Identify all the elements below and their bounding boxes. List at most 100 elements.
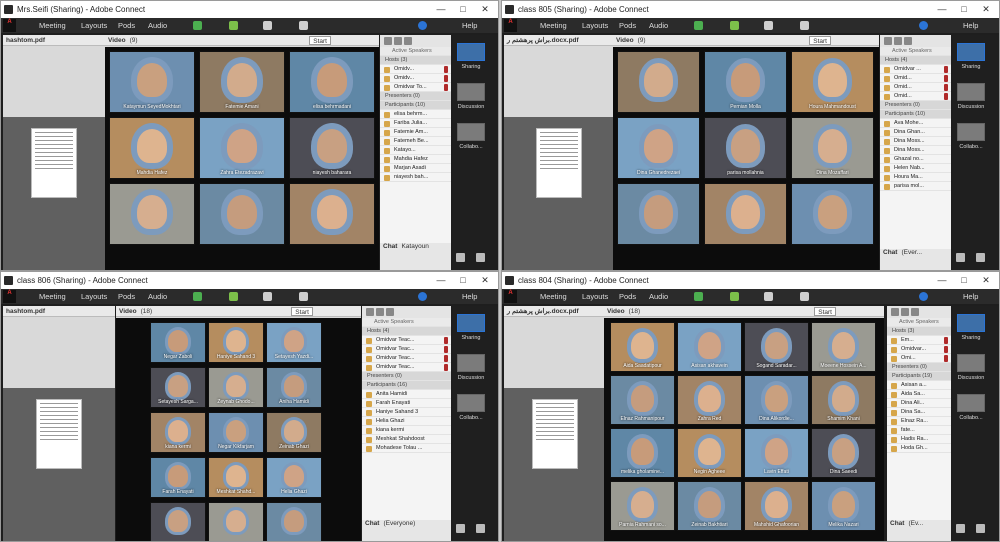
- host-row[interactable]: Omid...: [880, 74, 951, 83]
- list-view-icon[interactable]: [384, 37, 392, 45]
- video-tile[interactable]: [289, 183, 375, 245]
- list-view-icon[interactable]: [884, 37, 892, 45]
- webcam-icon[interactable]: [263, 292, 272, 301]
- info-icon[interactable]: [919, 21, 928, 30]
- participant-row[interactable]: Katayo...: [380, 146, 451, 155]
- document-viewer[interactable]: [504, 388, 606, 541]
- start-webcam-button[interactable]: Start: [309, 36, 331, 45]
- host-row[interactable]: Omidvar Teac...: [362, 363, 451, 372]
- video-tile[interactable]: [791, 183, 874, 245]
- layout-sharing-label[interactable]: Sharing: [953, 335, 989, 341]
- video-tile[interactable]: [266, 502, 322, 541]
- info-icon[interactable]: [418, 292, 427, 301]
- video-tile[interactable]: Dina Alikordie...: [744, 375, 809, 425]
- tools-icon[interactable]: [956, 253, 965, 262]
- video-tile[interactable]: Aniha Hamidi: [266, 367, 322, 408]
- host-row[interactable]: Omid...: [880, 83, 951, 92]
- host-row[interactable]: Omidvar ...: [880, 65, 951, 74]
- list-view-icon[interactable]: [891, 308, 899, 316]
- layout-sharing-icon[interactable]: [457, 314, 485, 332]
- video-tile[interactable]: Melika Nazari: [811, 481, 876, 531]
- minimize-icon[interactable]: —: [933, 1, 951, 18]
- video-tile[interactable]: [199, 183, 285, 245]
- menu-audio[interactable]: Audio: [148, 18, 167, 33]
- layout-discussion-label[interactable]: Discussion: [453, 375, 489, 381]
- minimize-icon[interactable]: —: [432, 272, 450, 289]
- document-viewer[interactable]: [504, 117, 614, 270]
- video-tile[interactable]: Parnia Rahmani so...: [610, 481, 675, 531]
- participant-row[interactable]: Mohadese Tolau ...: [362, 444, 451, 453]
- grid-view-icon[interactable]: [394, 37, 402, 45]
- participant-row[interactable]: Hoda Gh...: [887, 444, 951, 453]
- sort-icon[interactable]: [386, 308, 394, 316]
- participant-row[interactable]: Hadis Ra...: [887, 435, 951, 444]
- participants-section[interactable]: Participants (10): [380, 101, 451, 110]
- participant-row[interactable]: Houra Ma...: [880, 173, 951, 182]
- sort-icon[interactable]: [904, 37, 912, 45]
- video-tile[interactable]: Meshkat Shahd...: [208, 457, 264, 498]
- video-tile[interactable]: Moeene Hossein A...: [811, 322, 876, 372]
- menu-layouts[interactable]: Layouts: [81, 18, 107, 33]
- video-tile[interactable]: Haniye Sahand 3: [208, 322, 264, 363]
- host-row[interactable]: Omidvar Teac...: [362, 345, 451, 354]
- participant-row[interactable]: kiana kermi: [362, 426, 451, 435]
- layout-collaboration-label[interactable]: Collabo...: [453, 144, 489, 150]
- participants-section[interactable]: Participants (16): [362, 381, 451, 390]
- participant-row[interactable]: Dina Moss...: [880, 146, 951, 155]
- presenters-section[interactable]: Presenters (0): [380, 92, 451, 101]
- video-tile[interactable]: Aida Saadatipour: [610, 322, 675, 372]
- video-tile[interactable]: Kataymun SeyedMokhtari: [109, 51, 195, 113]
- layout-discussion-icon[interactable]: [957, 354, 985, 372]
- grid-view-icon[interactable]: [894, 37, 902, 45]
- layout-collaboration-icon[interactable]: [957, 123, 985, 141]
- participant-row[interactable]: Farah Enayati: [362, 399, 451, 408]
- participant-row[interactable]: Anita Hamidi: [362, 390, 451, 399]
- host-row[interactable]: Omidv...: [380, 65, 451, 74]
- speaker-icon[interactable]: [193, 21, 202, 30]
- add-layout-icon[interactable]: [976, 524, 985, 533]
- menu-audio[interactable]: Audio: [649, 289, 668, 304]
- hosts-section[interactable]: Hosts (3): [887, 327, 951, 336]
- document-viewer[interactable]: [3, 117, 105, 270]
- hosts-section[interactable]: Hosts (4): [880, 56, 951, 65]
- info-icon[interactable]: [919, 292, 928, 301]
- info-icon[interactable]: [418, 21, 427, 30]
- webcam-icon[interactable]: [764, 21, 773, 30]
- host-row[interactable]: Em...: [887, 336, 951, 345]
- chat-pod[interactable]: Chat (Ev...: [887, 520, 951, 541]
- video-tile[interactable]: Dina Mozaffari: [791, 117, 874, 179]
- hosts-section[interactable]: Hosts (4): [362, 327, 451, 336]
- close-icon[interactable]: ✕: [476, 272, 494, 289]
- maximize-icon[interactable]: □: [454, 272, 472, 289]
- add-layout-icon[interactable]: [976, 253, 985, 262]
- participant-row[interactable]: Elnaz Ra...: [887, 417, 951, 426]
- menu-help[interactable]: Help: [963, 289, 978, 304]
- layout-collaboration-icon[interactable]: [457, 394, 485, 412]
- video-tile[interactable]: niayesh baharara: [289, 117, 375, 179]
- add-layout-icon[interactable]: [476, 524, 485, 533]
- microphone-icon[interactable]: [730, 292, 739, 301]
- video-tile[interactable]: Pernian Molla: [704, 51, 787, 113]
- menu-pods[interactable]: Pods: [619, 18, 636, 33]
- participant-row[interactable]: Marjan Asadi: [380, 164, 451, 173]
- maximize-icon[interactable]: □: [955, 272, 973, 289]
- participant-row[interactable]: elisa behrm...: [380, 110, 451, 119]
- host-row[interactable]: Omidvar...: [887, 345, 951, 354]
- microphone-icon[interactable]: [229, 21, 238, 30]
- video-tile[interactable]: [150, 502, 206, 541]
- video-tile[interactable]: parisa mollahnia: [704, 117, 787, 179]
- host-row[interactable]: Omidvar Teac...: [362, 354, 451, 363]
- host-row[interactable]: Omid...: [880, 92, 951, 101]
- host-row[interactable]: Omi...: [887, 354, 951, 363]
- menu-pods[interactable]: Pods: [118, 289, 135, 304]
- menu-audio[interactable]: Audio: [649, 18, 668, 33]
- minimize-icon[interactable]: —: [933, 272, 951, 289]
- participant-row[interactable]: Helia Ghazi: [362, 417, 451, 426]
- participant-row[interactable]: Haniye Sahand 3: [362, 408, 451, 417]
- participant-row[interactable]: Fatemie Am...: [380, 128, 451, 137]
- layout-sharing-icon[interactable]: [457, 43, 485, 61]
- menu-meeting[interactable]: Meeting: [540, 289, 567, 304]
- participant-row[interactable]: Ava Mohe...: [880, 119, 951, 128]
- participant-row[interactable]: niayesh bah...: [380, 173, 451, 182]
- maximize-icon[interactable]: □: [454, 1, 472, 18]
